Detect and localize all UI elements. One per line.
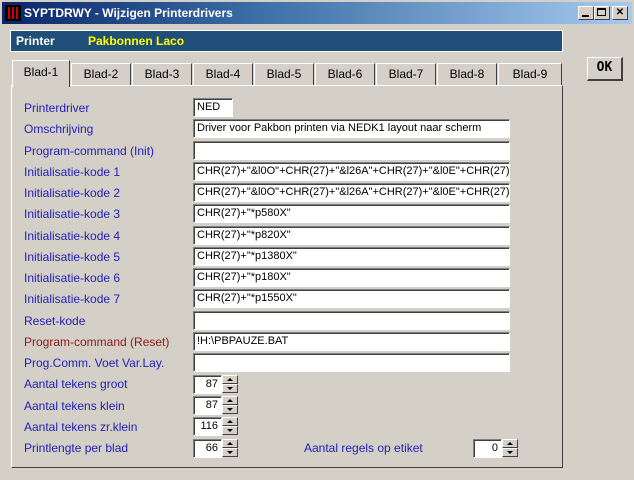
- tekens-zr-klein-spin-up[interactable]: [222, 417, 238, 426]
- minimize-icon: [582, 15, 589, 17]
- init-code-1-label: Initialisatie-kode 1: [24, 165, 121, 179]
- init-code-2-label: Initialisatie-kode 2: [24, 186, 121, 200]
- arrow-down-icon: [227, 387, 233, 390]
- close-button[interactable]: ✕: [612, 6, 628, 20]
- reset-code-input[interactable]: [193, 311, 510, 330]
- tekens-groot-label: Aantal tekens groot: [24, 377, 128, 391]
- init-code-6-input[interactable]: CHR(27)+"*p180X": [193, 268, 510, 287]
- program-command-reset-input[interactable]: !H:\PBPAUZE.BAT: [193, 332, 510, 351]
- arrow-up-icon: [507, 442, 513, 445]
- arrow-down-icon: [227, 408, 233, 411]
- tekens-klein-label: Aantal tekens klein: [24, 399, 125, 413]
- init-code-4-label: Initialisatie-kode 4: [24, 229, 121, 243]
- tab-blad-8[interactable]: Blad-8: [437, 63, 497, 86]
- init-code-7-label: Initialisatie-kode 7: [24, 292, 121, 306]
- regels-etiket-input[interactable]: 0: [473, 439, 502, 458]
- init-code-5-input[interactable]: CHR(27)+"*p1380X": [193, 247, 510, 266]
- printlengte-spin-down[interactable]: [222, 448, 238, 457]
- arrow-up-icon: [227, 442, 233, 445]
- regels-etiket-label: Aantal regels op etiket: [304, 441, 423, 455]
- printerdriver-label: Printerdriver: [24, 101, 90, 115]
- program-command-reset-label: Program-command (Reset): [24, 335, 170, 349]
- printerdriver-input[interactable]: NED: [193, 98, 233, 117]
- program-command-init-label: Program-command (Init): [24, 144, 155, 158]
- regels-etiket-spin-up[interactable]: [502, 439, 518, 448]
- printlengte-input[interactable]: 66: [193, 439, 222, 458]
- init-code-1-input[interactable]: CHR(27)+"&l0O"+CHR(27)+"&l26A"+CHR(27)+"…: [193, 162, 510, 181]
- app-icon[interactable]: [5, 5, 21, 21]
- arrow-down-icon: [227, 429, 233, 432]
- tab-blad-9[interactable]: Blad-9: [498, 63, 562, 86]
- tekens-groot-input[interactable]: 87: [193, 375, 222, 394]
- printer-label: Printer: [16, 34, 55, 48]
- omschrijving-input[interactable]: Driver voor Pakbon printen via NEDK1 lay…: [193, 119, 510, 138]
- tab-blad-1[interactable]: Blad-1: [12, 60, 70, 87]
- arrow-up-icon: [227, 399, 233, 402]
- reset-code-label: Reset-kode: [24, 314, 86, 328]
- regels-etiket-spin-down[interactable]: [502, 448, 518, 457]
- window-title: SYPTDRWY - Wijzigen Printerdrivers: [24, 6, 233, 20]
- close-icon: ✕: [615, 7, 625, 18]
- tab-blad-2[interactable]: Blad-2: [71, 63, 131, 86]
- program-command-init-input[interactable]: [193, 141, 510, 160]
- init-code-3-input[interactable]: CHR(27)+"*p580X": [193, 204, 510, 223]
- printer-header: Printer Pakbonnen Laco: [10, 30, 563, 52]
- tekens-klein-spin-up[interactable]: [222, 396, 238, 405]
- init-code-2-input[interactable]: CHR(27)+"&l0O"+CHR(27)+"&l26A"+CHR(27)+"…: [193, 183, 510, 202]
- tekens-groot-spin-down[interactable]: [222, 384, 238, 393]
- tab-blad-5[interactable]: Blad-5: [254, 63, 314, 86]
- arrow-down-icon: [227, 451, 233, 454]
- tab-blad-3[interactable]: Blad-3: [132, 63, 192, 86]
- init-code-6-label: Initialisatie-kode 6: [24, 271, 121, 285]
- tekens-groot-spin-up[interactable]: [222, 375, 238, 384]
- tab-blad-6[interactable]: Blad-6: [315, 63, 375, 86]
- tekens-zr-klein-spin-down[interactable]: [222, 426, 238, 435]
- ok-button[interactable]: OK: [587, 57, 623, 81]
- arrow-up-icon: [227, 420, 233, 423]
- prog-comm-voet-label: Prog.Comm. Voet Var.Lay.: [24, 356, 165, 370]
- init-code-5-label: Initialisatie-kode 5: [24, 250, 121, 264]
- init-code-7-input[interactable]: CHR(27)+"*p1550X": [193, 289, 510, 308]
- prog-comm-voet-input[interactable]: [193, 353, 510, 372]
- tab-blad-4[interactable]: Blad-4: [193, 63, 253, 86]
- maximize-button[interactable]: [594, 6, 610, 20]
- printlengte-label: Printlengte per blad: [24, 441, 129, 455]
- omschrijving-label: Omschrijving: [24, 122, 94, 136]
- arrow-up-icon: [227, 378, 233, 381]
- minimize-button[interactable]: [578, 6, 594, 20]
- init-code-3-label: Initialisatie-kode 3: [24, 207, 121, 221]
- title-bar[interactable]: SYPTDRWY - Wijzigen Printerdrivers ✕: [2, 2, 632, 24]
- printlengte-spin-up[interactable]: [222, 439, 238, 448]
- maximize-icon: [597, 8, 606, 16]
- tekens-klein-spin-down[interactable]: [222, 405, 238, 414]
- printer-name: Pakbonnen Laco: [88, 34, 185, 48]
- tekens-zr-klein-label: Aantal tekens zr.klein: [24, 420, 138, 434]
- tab-blad-7[interactable]: Blad-7: [376, 63, 436, 86]
- tekens-klein-input[interactable]: 87: [193, 396, 222, 415]
- arrow-down-icon: [507, 451, 513, 454]
- application-window: SYPTDRWY - Wijzigen Printerdrivers ✕ Pri…: [0, 0, 634, 480]
- tekens-zr-klein-input[interactable]: 116: [193, 417, 222, 436]
- init-code-4-input[interactable]: CHR(27)+"*p820X": [193, 226, 510, 245]
